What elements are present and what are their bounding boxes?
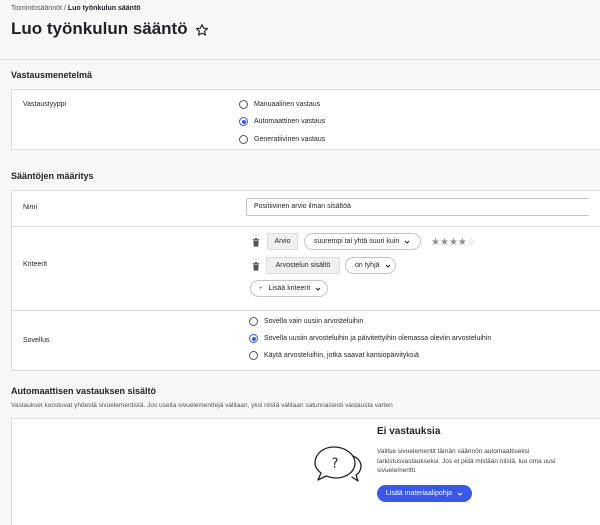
chevron-down-icon bbox=[457, 492, 463, 496]
add-criteria-button[interactable]: + Lisää kriteerit bbox=[250, 280, 328, 297]
star-outline-icon[interactable] bbox=[195, 22, 209, 36]
breadcrumb: Toimintosäännöt / Luo työnkulun sääntö bbox=[11, 5, 141, 12]
radio-apply-new-and-updated[interactable]: Sovella uusiin arvosteluihin ja päivitet… bbox=[249, 334, 491, 343]
page-title-row: Luo työnkulun sääntö bbox=[11, 19, 209, 39]
radio-button[interactable] bbox=[239, 100, 248, 109]
radio-button[interactable] bbox=[249, 317, 258, 326]
trash-icon[interactable] bbox=[252, 262, 260, 271]
radio-label: Automaattinen vastaus bbox=[254, 118, 326, 125]
star-filled-icon[interactable]: ★ bbox=[440, 237, 449, 248]
criteria-operator-select[interactable]: suurempi tai yhtä suuri kuin bbox=[304, 233, 421, 250]
chevron-down-icon bbox=[404, 240, 410, 244]
criteria-operator-select[interactable]: on tyhjä bbox=[345, 257, 396, 274]
header-divider bbox=[0, 59, 600, 60]
radio-generative-response[interactable]: Generatiivinen vastaus bbox=[239, 135, 325, 144]
radio-label: Sovella uusiin arvosteluihin ja päivitet… bbox=[264, 335, 492, 342]
response-type-label: Vastaustyyppi bbox=[23, 101, 67, 108]
chevron-down-icon bbox=[315, 287, 321, 291]
section-heading-auto-content: Automaattisen vastauksen sisältö bbox=[11, 386, 157, 396]
star-filled-icon[interactable]: ★ bbox=[431, 237, 440, 248]
plus-icon: + bbox=[259, 285, 263, 292]
section-heading-response-method: Vastausmenetelmä bbox=[11, 70, 93, 80]
row-divider bbox=[12, 310, 600, 311]
question-speech-bubbles-icon: ? bbox=[314, 446, 362, 482]
name-label: Nimi bbox=[23, 204, 37, 211]
radio-label: Generatiivinen vastaus bbox=[254, 136, 326, 143]
radio-label: Sovella vain uusiin arvosteluihin bbox=[264, 318, 364, 325]
breadcrumb-parent-link[interactable]: Toimintosäännöt bbox=[11, 5, 62, 12]
radio-automatic-response[interactable]: Automaattinen vastaus bbox=[239, 117, 325, 126]
radio-button-selected[interactable] bbox=[249, 334, 258, 343]
star-empty-icon[interactable]: ☆ bbox=[467, 237, 476, 248]
radio-label: Käytä arvosteluihin, jotka saavat kansio… bbox=[264, 352, 419, 359]
add-template-label: Lisää materiaalipohja bbox=[385, 490, 453, 497]
radio-manual-response[interactable]: Manuaalinen vastaus bbox=[239, 100, 320, 109]
svg-text:?: ? bbox=[332, 457, 339, 472]
star-filled-icon[interactable]: ★ bbox=[458, 237, 467, 248]
radio-button[interactable] bbox=[249, 351, 258, 360]
empty-state-text: Valitse sivuelementit tämän säännön auto… bbox=[377, 448, 556, 474]
apply-label: Sovellus bbox=[23, 337, 50, 344]
trash-icon[interactable] bbox=[252, 238, 260, 247]
criteria-label: Kriteerit bbox=[23, 261, 48, 268]
radio-apply-new-only[interactable]: Sovella vain uusiin arvosteluihin bbox=[249, 317, 363, 326]
star-filled-icon[interactable]: ★ bbox=[449, 237, 458, 248]
radio-button[interactable] bbox=[239, 135, 248, 144]
radio-button-selected[interactable] bbox=[239, 117, 248, 126]
radio-apply-folder-updates[interactable]: Käytä arvosteluihin, jotka saavat kansio… bbox=[249, 351, 419, 360]
row-divider bbox=[12, 226, 600, 227]
select-value: on tyhjä bbox=[355, 262, 380, 269]
breadcrumb-current: Luo työnkulun sääntö bbox=[67, 5, 141, 12]
auto-content-description: Vastaukset koostuvat yhdestä sivuelement… bbox=[11, 402, 393, 409]
add-template-button[interactable]: Lisää materiaalipohja bbox=[377, 485, 472, 502]
rating-stars[interactable]: ★★★★☆ bbox=[431, 237, 476, 248]
radio-label: Manuaalinen vastaus bbox=[254, 101, 321, 108]
chevron-down-icon bbox=[385, 264, 390, 268]
criteria-field-rating[interactable]: Arvio bbox=[267, 233, 298, 250]
rule-name-input[interactable]: Positiivinen arvio ilman sisältöä bbox=[246, 198, 589, 216]
empty-state-title: Ei vastauksia bbox=[377, 426, 441, 437]
response-method-card: Vastaustyyppi Manuaalinen vastaus Automa… bbox=[11, 89, 600, 150]
select-value: suurempi tai yhtä suuri kuin bbox=[314, 238, 400, 245]
add-criteria-label: Lisää kriteerit bbox=[268, 285, 311, 292]
criteria-field-review-content[interactable]: Arvostelun sisältö bbox=[266, 257, 340, 274]
page-title: Luo työnkulun sääntö bbox=[11, 19, 188, 38]
section-heading-rules: Sääntöjen määritys bbox=[11, 171, 94, 181]
